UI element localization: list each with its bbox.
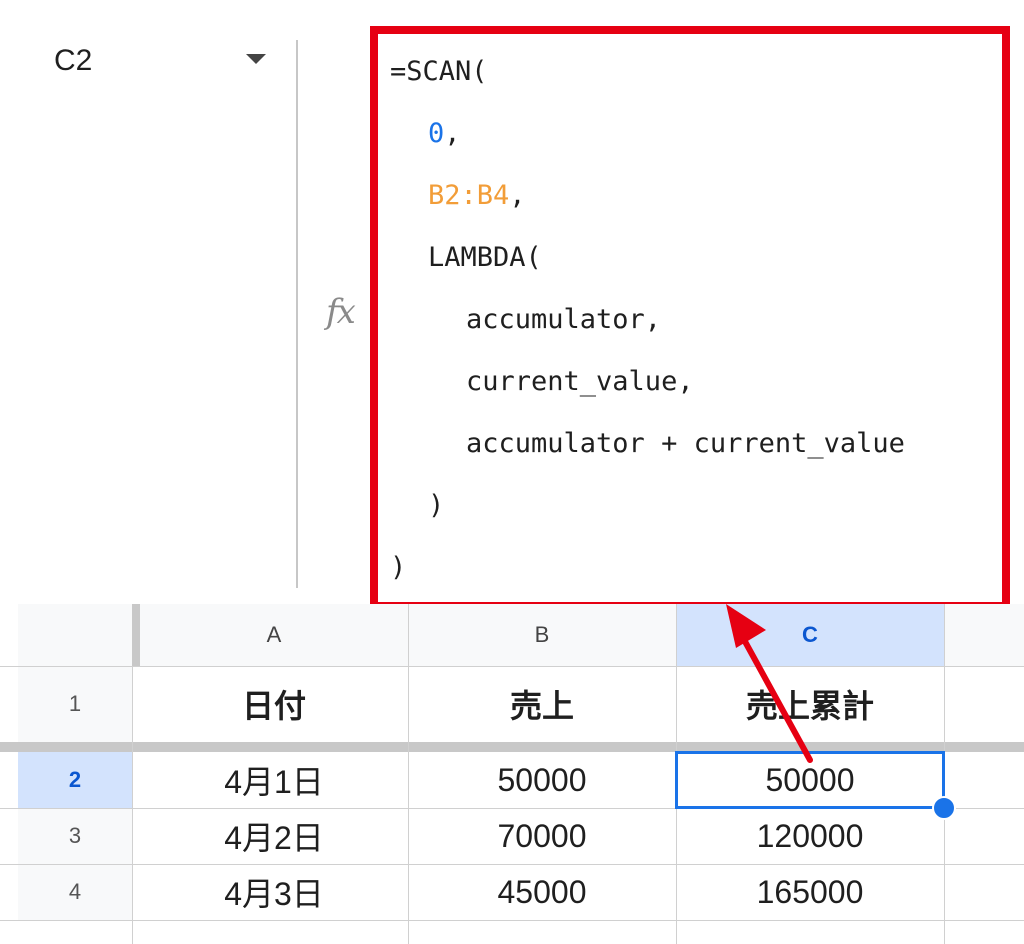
annotation-arrow [726, 604, 813, 763]
